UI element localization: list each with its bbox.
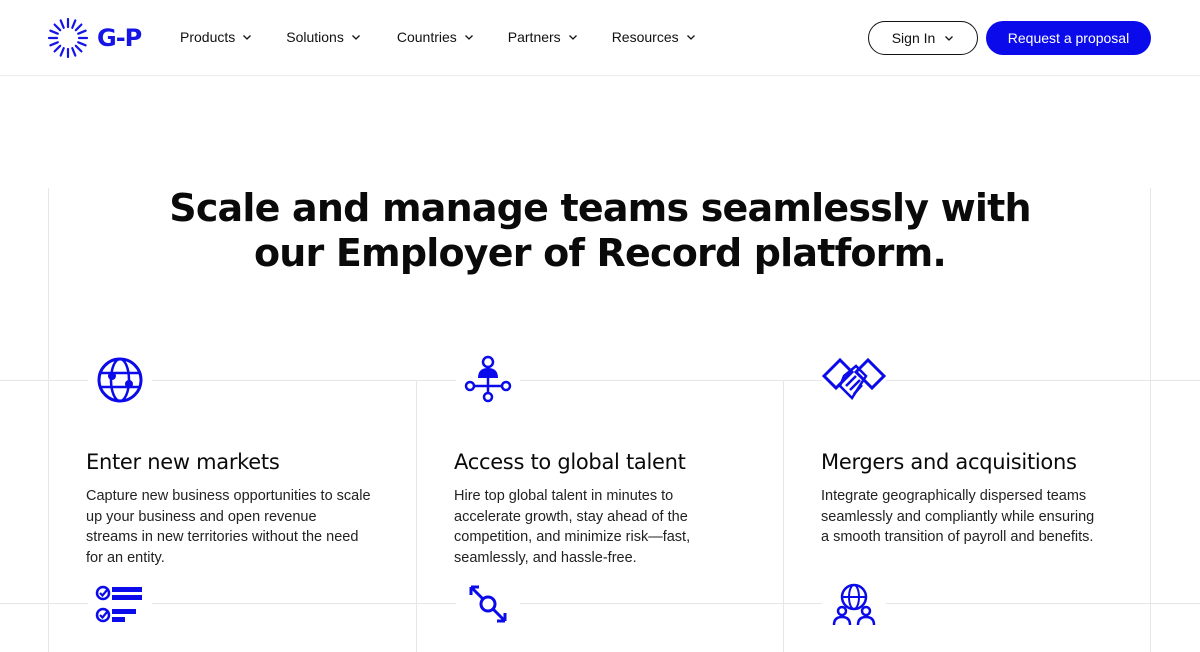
card-icon-wrap xyxy=(822,350,886,406)
page-title-line: our Employer of Record platform. xyxy=(253,231,947,275)
chevron-down-icon xyxy=(243,35,252,40)
nav-item-products[interactable]: Products xyxy=(180,27,252,47)
chevron-down-icon xyxy=(351,35,360,40)
handshake-icon xyxy=(822,357,886,400)
card-icon-wrap xyxy=(88,352,152,408)
site-header: G-P Products Solutions Countries Partner… xyxy=(0,0,1200,76)
card-body: Hire top global talent in minutes to acc… xyxy=(454,488,691,566)
nav-item-label: Solutions xyxy=(286,29,344,45)
chevron-down-icon xyxy=(686,35,695,40)
card-title: Enter new markets xyxy=(86,450,280,474)
starburst-logo-icon xyxy=(47,17,89,59)
nav-item-label: Products xyxy=(180,29,236,45)
card-body: Integrate geographically dispersed teams… xyxy=(821,488,1095,545)
grid-line xyxy=(416,380,417,652)
grid-line xyxy=(48,188,49,652)
page-title: Scale and manage teams seamlessly with o… xyxy=(150,186,1050,276)
chevron-down-icon xyxy=(945,36,954,41)
transfer-icon xyxy=(469,585,507,623)
chevron-down-icon xyxy=(568,35,577,40)
grid-line xyxy=(783,380,784,652)
card-icon-wrap xyxy=(822,576,886,632)
nav-item-countries[interactable]: Countries xyxy=(397,27,474,47)
nav-item-label: Countries xyxy=(396,29,457,45)
globe-icon xyxy=(97,357,143,403)
nav-item-solutions[interactable]: Solutions xyxy=(286,27,361,47)
card-icon-wrap xyxy=(88,576,152,632)
card-icon-wrap xyxy=(456,352,520,408)
grid-line xyxy=(1150,188,1151,652)
grid-line xyxy=(0,380,1200,381)
card-icon-wrap xyxy=(456,576,520,632)
nav-item-partners[interactable]: Partners xyxy=(508,27,578,47)
grid-line xyxy=(0,603,1200,604)
checklist-icon xyxy=(95,585,142,623)
nav-item-resources[interactable]: Resources xyxy=(612,27,696,47)
chevron-down-icon xyxy=(464,35,473,40)
global-team-icon xyxy=(832,583,876,626)
card-title: Mergers and acquisitions xyxy=(821,450,1077,474)
sign-in-button[interactable]: Sign In xyxy=(868,21,978,55)
nav-item-label: Partners xyxy=(507,29,561,45)
card-body: Capture new business opportunities to sc… xyxy=(86,488,371,566)
sign-in-label: Sign In xyxy=(891,30,936,46)
network-people-icon xyxy=(464,355,512,403)
request-proposal-button[interactable]: Request a proposal xyxy=(986,21,1151,55)
logo-text: G-P xyxy=(97,24,142,52)
nav-item-label: Resources xyxy=(611,29,679,45)
card-title: Access to global talent xyxy=(454,450,686,474)
page-title-line: Scale and manage teams seamlessly with xyxy=(169,186,1031,230)
main-nav: Products Solutions Countries Partners Re… xyxy=(180,27,730,47)
logo[interactable]: G-P xyxy=(47,17,142,59)
